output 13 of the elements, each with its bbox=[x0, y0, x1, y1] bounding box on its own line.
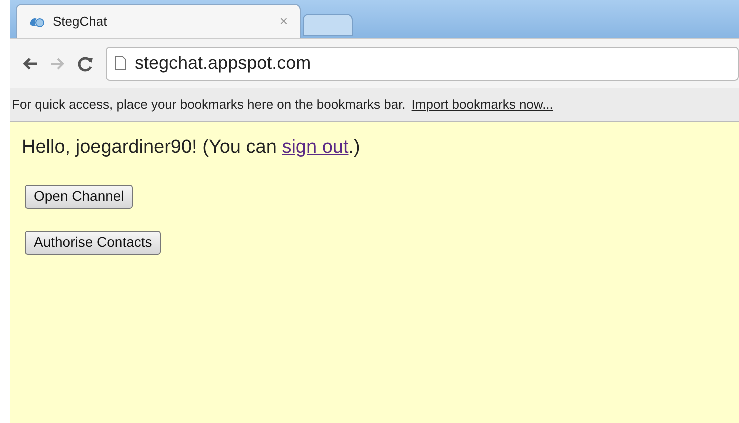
import-bookmarks-link[interactable]: Import bookmarks now... bbox=[412, 94, 554, 114]
sign-out-link[interactable]: sign out bbox=[282, 137, 349, 158]
page-icon bbox=[115, 56, 127, 71]
back-arrow-icon[interactable] bbox=[22, 56, 38, 70]
tab-title: StegChat bbox=[53, 12, 108, 31]
action-button[interactable]: Authorise Contacts bbox=[25, 230, 162, 254]
url-text: stegchat.appspot.com bbox=[135, 52, 312, 75]
bookmarks-message: For quick access, place your bookmarks here on the bookmarks bar. bbox=[12, 96, 406, 114]
browser-tab[interactable]: StegChat × bbox=[16, 4, 301, 38]
reload-icon[interactable] bbox=[78, 56, 94, 72]
address-field[interactable]: stegchat.appspot.com bbox=[106, 46, 739, 80]
action-button[interactable]: Open Channel bbox=[25, 184, 134, 208]
greeting-text: Hello, joegardiner90! (You can sign out.) bbox=[22, 136, 360, 160]
